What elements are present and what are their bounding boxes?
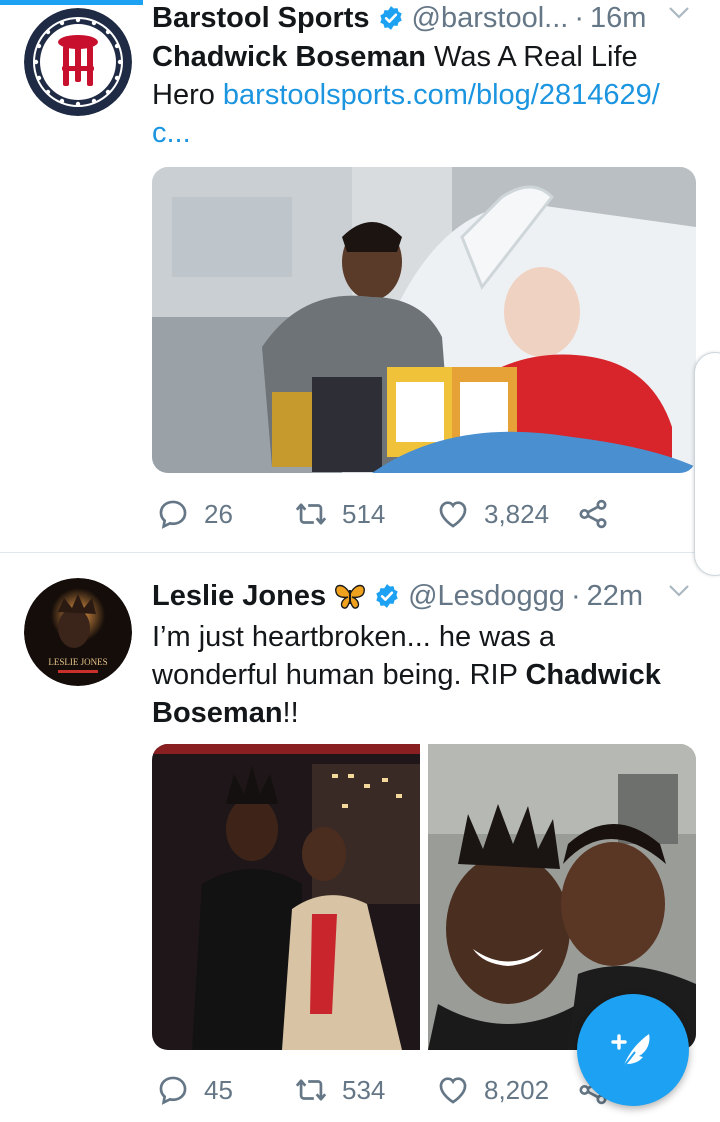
tweet-text-plain: I’m just heartbroken... he was a wonderf… [152,621,564,691]
verified-badge-icon [379,6,402,30]
avatar-caption: LESLIE JONES [48,657,107,667]
tweet-card[interactable]: Barstool Sports @barstool... · 16m Chadw… [0,0,720,552]
retweet-icon [295,1079,327,1101]
reply-count: 26 [204,498,233,529]
tweet-actions: 26 514 3,824 [152,494,622,534]
avatar[interactable] [24,8,132,116]
share-button[interactable] [576,494,610,534]
retweet-count: 534 [342,1074,386,1105]
tweet-photo[interactable] [152,167,696,473]
reply-button[interactable]: 45 [156,1070,233,1110]
like-button[interactable]: 8,202 [436,1070,549,1110]
like-count: 8,202 [484,1074,550,1105]
compose-tweet-icon [611,1034,650,1071]
author-handle[interactable]: @Lesdoggg [408,580,565,613]
tweet-photo[interactable] [152,744,420,1050]
author-name[interactable]: Leslie Jones [152,580,326,613]
separator: · [570,579,581,612]
tweet-text: Chadwick Boseman Was A Real Life Hero ba… [152,38,684,152]
verified-badge-icon [376,584,398,608]
retweet-button[interactable]: 514 [294,494,385,534]
hospital-visit-photo [152,167,696,473]
retweet-button[interactable]: 534 [294,1070,385,1110]
chevron-down-icon[interactable] [668,6,690,20]
event-photo-left [152,744,420,1050]
tweet-link[interactable]: barstoolsports.com/blog/2814629/c... [152,79,660,149]
like-count: 3,824 [484,498,550,529]
separator: · [574,1,584,34]
reply-count: 45 [204,1074,233,1105]
author-handle[interactable]: @barstool... [412,2,569,35]
like-button[interactable]: 3,824 [436,494,549,534]
tweet-text-end: !! [282,697,299,729]
timestamp[interactable]: 16m [590,2,646,35]
tweet-header: Barstool Sports @barstool... · 16m [152,0,696,38]
butterfly-emoji-icon [335,584,366,609]
barstool-logo [24,8,132,116]
compose-tweet-button[interactable] [577,994,689,1106]
leslie-jones-avatar-image: LESLIE JONES [24,578,132,686]
share-icon [579,499,607,529]
tweet-actions: 45 534 8,202 [152,1070,622,1110]
timestamp[interactable]: 22m [587,580,643,613]
tweet-text: I’m just heartbroken... he was a wonderf… [152,618,684,732]
retweet-count: 514 [342,498,386,529]
heart-icon [439,501,467,528]
reply-icon [159,1076,187,1105]
edge-panel-handle[interactable] [694,352,720,576]
reply-icon [159,500,187,529]
tweet-header: Leslie Jones @Lesdoggg · 22m [152,576,696,616]
reply-button[interactable]: 26 [156,494,233,534]
heart-icon [439,1077,467,1104]
avatar[interactable]: LESLIE JONES [24,578,132,686]
author-name[interactable]: Barstool Sports [152,2,370,35]
retweet-icon [295,503,327,525]
tweet-text-bold: Chadwick Boseman [152,41,426,73]
chevron-down-icon[interactable] [668,584,690,598]
